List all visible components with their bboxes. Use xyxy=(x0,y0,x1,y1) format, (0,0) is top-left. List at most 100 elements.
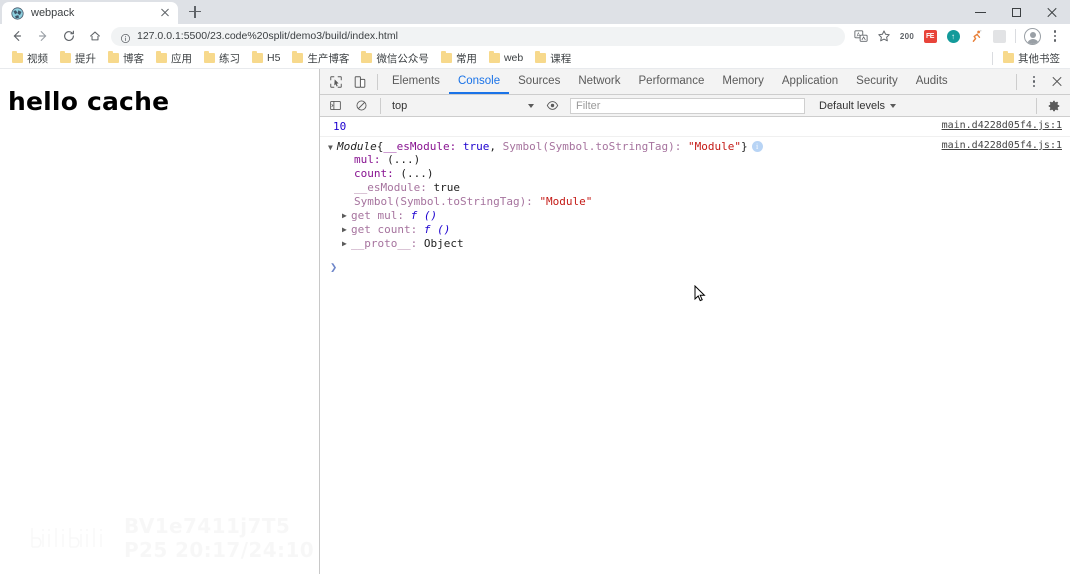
bookmark-label: web xyxy=(503,52,524,64)
bookmark-item[interactable]: web xyxy=(483,49,529,68)
bookmark-item[interactable]: H5 xyxy=(246,49,286,68)
bookmark-item[interactable]: 微信公众号 xyxy=(355,49,435,68)
console-filter-input[interactable]: Filter xyxy=(570,97,805,114)
chevron-right-icon[interactable] xyxy=(342,237,351,251)
clear-console-icon[interactable] xyxy=(349,94,373,118)
bookmarks-divider xyxy=(992,51,993,65)
devtools-more-icon[interactable] xyxy=(1022,70,1046,94)
object-preview-val-2: "Module" xyxy=(688,140,742,153)
device-toolbar-icon[interactable] xyxy=(348,70,372,94)
bookmark-item[interactable]: 视频 xyxy=(6,49,54,68)
tab-elements[interactable]: Elements xyxy=(383,69,449,94)
other-bookmarks-label: 其他书签 xyxy=(1018,52,1060,65)
tab-network[interactable]: Network xyxy=(569,69,629,94)
getter-key: get mul: xyxy=(351,209,404,222)
info-icon[interactable]: i xyxy=(751,141,763,152)
extension-teal-icon[interactable]: ↑ xyxy=(942,25,964,47)
folder-icon xyxy=(1003,51,1014,63)
folder-icon xyxy=(156,51,167,63)
tab-audits[interactable]: Audits xyxy=(907,69,957,94)
console-source-link[interactable]: main.d4228d05f4.js:1 xyxy=(942,140,1062,151)
devtools-tabbar: Elements Console Sources Network Perform… xyxy=(320,69,1070,95)
bookmark-item[interactable]: 提升 xyxy=(54,49,102,68)
property-value[interactable]: (...) xyxy=(400,167,433,180)
extension-grey-glyph xyxy=(992,29,1006,43)
profile-avatar[interactable] xyxy=(1021,25,1043,47)
bookmark-label: 微信公众号 xyxy=(376,52,429,65)
console-filter-bar: top Filter Default levels xyxy=(320,95,1070,117)
devtools-close-icon[interactable] xyxy=(1046,71,1068,93)
translate-icon[interactable]: A xyxy=(850,25,872,47)
console-context-selector[interactable]: top xyxy=(388,97,538,115)
kebab-glyph xyxy=(1048,28,1062,44)
console-sidebar-icon[interactable] xyxy=(323,94,347,118)
console-output[interactable]: 10 main.d4228d05f4.js:1 main.d4228d05f4.… xyxy=(320,117,1070,574)
tab-sources[interactable]: Sources xyxy=(509,69,569,94)
avatar xyxy=(1023,27,1041,45)
chevron-right-icon[interactable] xyxy=(342,209,351,223)
property-value[interactable]: (...) xyxy=(387,153,420,166)
bookmark-item[interactable]: 应用 xyxy=(150,49,198,68)
tab-performance[interactable]: Performance xyxy=(630,69,714,94)
object-property-row[interactable]: count: (...) xyxy=(328,167,1070,181)
chrome-menu-icon[interactable] xyxy=(1044,25,1066,47)
content-area: hello cache BV1e7411j7T5 P25 20:17/24:10… xyxy=(0,69,1070,574)
object-property-row[interactable]: __esModule: true xyxy=(328,181,1070,195)
page-viewport: hello cache BV1e7411j7T5 P25 20:17/24:10 xyxy=(0,69,320,574)
browser-tab-webpack[interactable]: webpack xyxy=(2,2,178,24)
new-tab-button[interactable] xyxy=(184,1,206,23)
object-getter-row[interactable]: get mul: f () xyxy=(328,209,1070,223)
watermark-text: BV1e7411j7T5 P25 20:17/24:10 xyxy=(124,514,315,562)
window-controls xyxy=(962,0,1070,24)
inspect-element-icon[interactable] xyxy=(324,70,348,94)
object-proto-row[interactable]: __proto__: Object xyxy=(328,237,1070,251)
bookmark-item[interactable]: 课程 xyxy=(529,49,577,68)
bookmark-item[interactable]: 博客 xyxy=(102,49,150,68)
address-bar-url: 127.0.0.1:5500/23.code%20split/demo3/bui… xyxy=(137,30,398,42)
console-source-link[interactable]: main.d4228d05f4.js:1 xyxy=(942,120,1062,131)
console-levels-selector[interactable]: Default levels xyxy=(819,100,897,112)
window-minimize-button[interactable] xyxy=(962,0,998,24)
console-prompt[interactable]: ❯ xyxy=(320,254,1070,277)
window-maximize-button[interactable] xyxy=(998,0,1034,24)
settings-gear-icon[interactable] xyxy=(1042,94,1066,118)
tab-memory[interactable]: Memory xyxy=(713,69,773,94)
bookmark-label: 提升 xyxy=(75,52,96,65)
extension-runner-icon[interactable] xyxy=(965,25,987,47)
bookmark-item[interactable]: 练习 xyxy=(198,49,246,68)
home-icon[interactable] xyxy=(82,25,108,47)
page-info-icon[interactable] xyxy=(120,31,131,43)
tab-close-icon[interactable] xyxy=(158,6,172,20)
bookmark-item[interactable]: 生产博客 xyxy=(286,49,355,68)
object-property-row[interactable]: Symbol(Symbol.toStringTag): "Module" xyxy=(328,195,1070,209)
console-entry-object[interactable]: main.d4228d05f4.js:1 Module{__esModule: … xyxy=(320,137,1070,254)
extension-grey-icon[interactable] xyxy=(988,25,1010,47)
toolbar-divider xyxy=(1015,29,1016,43)
window-close-button[interactable] xyxy=(1034,0,1070,24)
webpack-globe-icon xyxy=(11,6,24,20)
object-getter-row[interactable]: get count: f () xyxy=(328,223,1070,237)
chevron-down-icon xyxy=(528,103,534,108)
address-bar[interactable]: 127.0.0.1:5500/23.code%20split/demo3/bui… xyxy=(111,26,845,46)
bookmark-star-icon[interactable] xyxy=(873,25,895,47)
chevron-down-icon[interactable] xyxy=(328,143,337,152)
tab-application[interactable]: Application xyxy=(773,69,847,94)
forward-arrow-icon[interactable] xyxy=(30,25,56,47)
back-arrow-icon[interactable] xyxy=(4,25,30,47)
extension-teal-label: ↑ xyxy=(946,29,960,43)
live-expression-icon[interactable] xyxy=(540,94,564,118)
bookmark-item[interactable]: 常用 xyxy=(435,49,483,68)
tab-console[interactable]: Console xyxy=(449,69,509,94)
console-entry-value[interactable]: 10 main.d4228d05f4.js:1 xyxy=(320,117,1070,137)
counter-badge[interactable]: 200 xyxy=(896,25,918,47)
folder-icon xyxy=(535,51,547,63)
extension-fe-icon[interactable]: FE xyxy=(919,25,941,47)
tab-title: webpack xyxy=(31,7,75,19)
other-bookmarks-button[interactable]: 其他书签 xyxy=(997,49,1066,68)
object-preview-sep: , xyxy=(489,140,496,153)
chevron-right-icon[interactable] xyxy=(342,223,351,237)
tab-security[interactable]: Security xyxy=(847,69,907,94)
object-property-row[interactable]: mul: (...) xyxy=(328,153,1070,167)
reload-icon[interactable] xyxy=(56,25,82,47)
folder-icon xyxy=(440,51,452,63)
